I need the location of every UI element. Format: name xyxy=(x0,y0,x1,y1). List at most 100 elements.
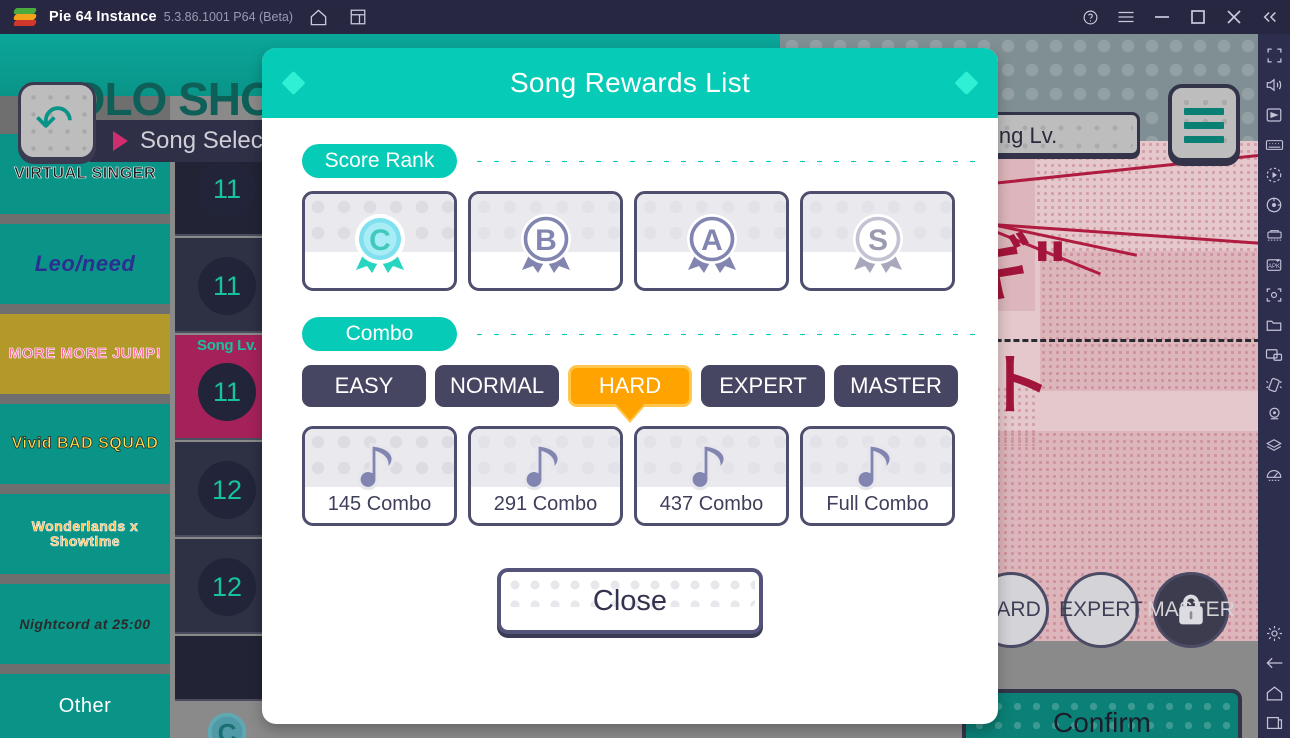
song-level-badge: 11 xyxy=(198,257,256,315)
unit-item-more-more-jump[interactable]: MORE MORE JUMP! xyxy=(0,314,170,394)
home-icon[interactable] xyxy=(303,2,333,32)
screenshot-icon[interactable] xyxy=(1259,280,1289,310)
confirm-button[interactable]: Confirm xyxy=(962,689,1242,738)
combo-card-145[interactable]: 145 Combo xyxy=(302,426,457,526)
section-label: Combo xyxy=(302,317,457,351)
install-apk-icon[interactable]: APK xyxy=(1259,250,1289,280)
back-arrow-icon: ↶ xyxy=(35,95,74,147)
sync-operations-icon[interactable] xyxy=(1259,190,1289,220)
volume-icon[interactable] xyxy=(1259,70,1289,100)
score-rank-card-b[interactable]: B xyxy=(468,191,623,291)
disk-cleanup-icon[interactable] xyxy=(1259,430,1289,460)
unit-item-vivid-bad-squad[interactable]: Vivid BAD SQUAD xyxy=(0,404,170,484)
hamburger-menu-icon[interactable] xyxy=(1110,2,1142,32)
rank-badge-icon: B xyxy=(518,214,573,277)
music-note-icon xyxy=(688,443,727,491)
music-note-icon xyxy=(356,443,395,491)
unit-label: Other xyxy=(58,694,112,717)
section-label: Score Rank xyxy=(302,144,457,178)
tab-label: EASY xyxy=(334,373,394,398)
score-rank-card-row: C B A S xyxy=(262,191,998,291)
combo-card-437[interactable]: 437 Combo xyxy=(634,426,789,526)
rank-letter: A xyxy=(701,224,723,257)
combo-card-label: 437 Combo xyxy=(659,493,764,515)
combo-card-label: 291 Combo xyxy=(493,493,598,515)
music-note-icon xyxy=(522,443,561,491)
difficulty-tab-row: EASY NORMAL HARD EXPERT MASTER xyxy=(262,365,998,407)
rank-c-badge-icon: C xyxy=(207,712,247,738)
back-button[interactable]: ↶ xyxy=(18,82,96,160)
shake-icon[interactable] xyxy=(1259,370,1289,400)
tab-label: NORMAL xyxy=(449,373,545,398)
macro-record-icon[interactable] xyxy=(1259,160,1289,190)
pip-mode-icon[interactable] xyxy=(1259,340,1289,370)
song-level-badge: 11 xyxy=(198,160,256,218)
unit-label: MORE MORE JUMP! xyxy=(8,345,162,363)
instance-version: 5.3.86.1001 P64 (Beta) xyxy=(163,10,294,24)
multi-instance-icon[interactable] xyxy=(343,2,373,32)
score-rank-card-s[interactable]: S xyxy=(800,191,955,291)
close-icon[interactable] xyxy=(1218,2,1250,32)
unit-item-wonderlands-showtime[interactable]: Wonderlands x Showtime xyxy=(0,494,170,574)
home-nav-icon[interactable] xyxy=(1259,678,1289,708)
page-title: Song Select xyxy=(140,127,270,154)
svg-text:APK: APK xyxy=(1268,264,1280,270)
song-level-badge: 12 xyxy=(198,461,256,519)
close-button[interactable]: Close xyxy=(497,568,763,634)
maximize-icon[interactable] xyxy=(1182,2,1214,32)
lock-icon xyxy=(1179,594,1203,625)
rank-badge-icon: C xyxy=(352,214,407,277)
keymapping-icon[interactable] xyxy=(1259,130,1289,160)
score-rank-header: Score Rank xyxy=(302,144,998,178)
confirm-label: Confirm xyxy=(1052,707,1151,738)
game-menu-button[interactable] xyxy=(1168,84,1240,162)
tab-normal[interactable]: NORMAL xyxy=(435,365,559,407)
combo-card-291[interactable]: 291 Combo xyxy=(468,426,623,526)
minimize-icon[interactable] xyxy=(1146,2,1178,32)
rank-letter: B xyxy=(535,224,557,257)
difficulty-circle-master[interactable]: MASTER xyxy=(1147,572,1235,648)
unit-item-nightcord-at-25[interactable]: Nightcord at 25:00 xyxy=(0,584,170,664)
dotted-divider xyxy=(471,158,980,164)
combo-section: Combo EASY NORMAL HARD EXPERT MASTER 145… xyxy=(262,317,998,526)
diamond-icon xyxy=(954,70,979,96)
unit-item-leo-need[interactable]: Leo/need xyxy=(0,224,170,304)
combo-card-full[interactable]: Full Combo xyxy=(800,426,955,526)
score-rank-card-c[interactable]: C xyxy=(302,191,457,291)
fullscreen-icon[interactable] xyxy=(1259,40,1289,70)
collapse-sidebar-icon[interactable] xyxy=(1254,2,1286,32)
back-icon[interactable] xyxy=(1259,648,1289,678)
unit-item-other[interactable]: Other xyxy=(0,674,170,738)
tab-label: MASTER xyxy=(850,373,942,398)
difficulty-circle-expert[interactable]: EXPERT xyxy=(1059,572,1143,648)
multi-instance-sync-icon[interactable] xyxy=(1259,220,1289,250)
gamepad-icon[interactable] xyxy=(1259,100,1289,130)
tab-hard[interactable]: HARD xyxy=(568,365,692,407)
modal-title: Song Rewards List xyxy=(509,67,751,98)
window-controls xyxy=(1070,2,1290,32)
unit-label: Leo/need xyxy=(34,251,136,277)
media-folder-icon[interactable] xyxy=(1259,310,1289,340)
tab-expert[interactable]: EXPERT xyxy=(701,365,825,407)
unit-label: Wonderlands x Showtime xyxy=(31,518,139,549)
recents-icon[interactable] xyxy=(1259,708,1289,738)
score-rank-card-a[interactable]: A xyxy=(634,191,789,291)
tab-label: HARD xyxy=(598,373,662,398)
tab-master[interactable]: MASTER xyxy=(834,365,958,407)
bluestacks-sidebar: APK xyxy=(1258,34,1290,738)
bluestacks-logo-icon xyxy=(12,6,38,28)
unit-label: Nightcord at 25:00 xyxy=(19,615,151,632)
eco-mode-icon[interactable] xyxy=(1259,460,1289,490)
song-lv-tag: Song Lv. xyxy=(197,337,257,354)
settings-gear-icon[interactable] xyxy=(1259,618,1289,648)
score-rank-section: Score Rank C B A S xyxy=(262,144,998,291)
unit-label: Vivid BAD SQUAD xyxy=(11,434,159,452)
dotted-divider xyxy=(471,331,980,337)
rank-badge-icon: A xyxy=(684,214,739,277)
rank-letter: C xyxy=(369,224,391,257)
location-icon[interactable] xyxy=(1259,400,1289,430)
modal-footer: Close xyxy=(262,568,998,634)
tab-easy[interactable]: EASY xyxy=(302,365,426,407)
modal-header: Song Rewards List xyxy=(262,48,998,118)
help-icon[interactable] xyxy=(1074,2,1106,32)
